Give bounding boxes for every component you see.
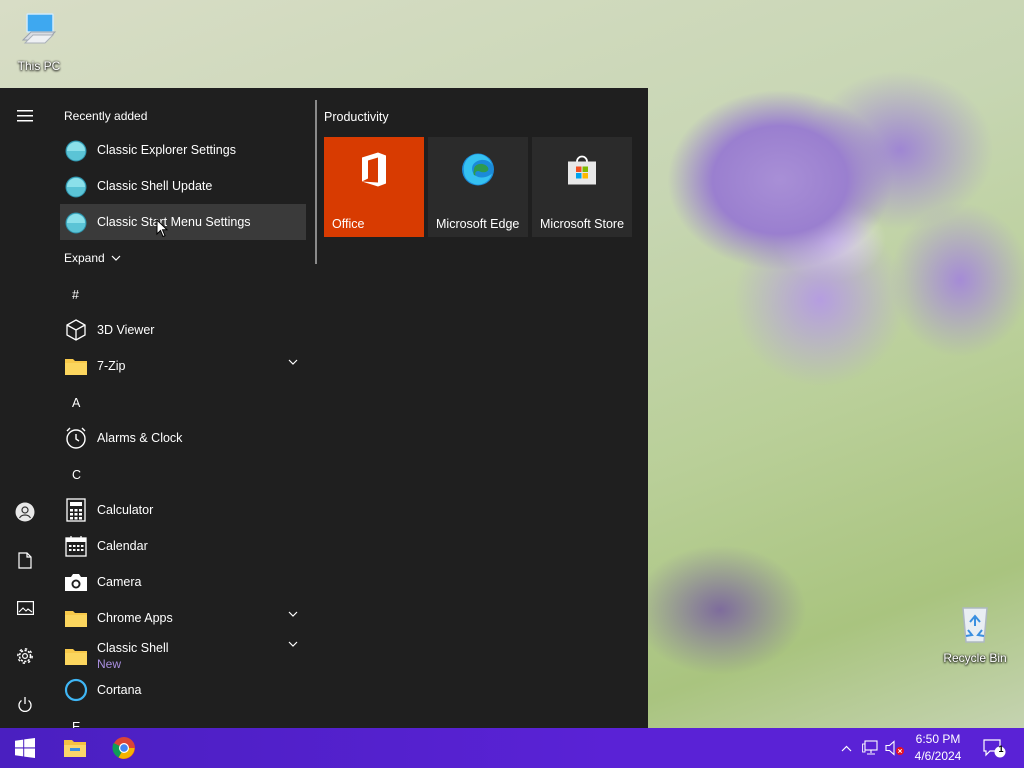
expand-label: Expand bbox=[64, 251, 105, 265]
calendar-icon bbox=[63, 533, 89, 559]
desktop-icon-this-pc[interactable]: This PC bbox=[0, 10, 78, 73]
power-button[interactable] bbox=[0, 684, 50, 724]
new-badge: New bbox=[97, 657, 122, 671]
alarm-clock-icon bbox=[63, 425, 89, 451]
folder-icon bbox=[63, 605, 89, 631]
app-label: Calendar bbox=[97, 539, 148, 553]
gear-icon bbox=[17, 648, 33, 664]
taskbar: 6:50 PM 4/6/2024 1 bbox=[0, 728, 1024, 768]
app-label: Camera bbox=[97, 575, 142, 589]
tile-microsoft-store[interactable]: Microsoft Store bbox=[532, 137, 632, 237]
app-name: Classic Shell bbox=[97, 641, 169, 655]
tile-label: Microsoft Edge bbox=[436, 217, 520, 231]
calculator-icon bbox=[63, 497, 89, 523]
app-list[interactable]: Recently added Classic Explorer Settings… bbox=[50, 88, 312, 728]
clock-time: 6:50 PM bbox=[915, 732, 961, 746]
edge-logo-icon bbox=[460, 152, 496, 191]
document-icon bbox=[18, 551, 32, 569]
app-item-alarms-clock[interactable]: Alarms & Clock bbox=[60, 420, 306, 456]
picture-icon bbox=[16, 601, 34, 615]
camera-icon bbox=[63, 569, 89, 595]
recently-added-heading: Recently added bbox=[64, 109, 148, 123]
chevron-down-icon[interactable] bbox=[288, 359, 298, 365]
app-label: Chrome Apps bbox=[97, 611, 173, 625]
tile-label: Microsoft Store bbox=[540, 217, 625, 231]
file-explorer-folder-icon bbox=[64, 740, 86, 757]
letter-header-e[interactable]: E bbox=[72, 720, 80, 728]
cortana-ring-icon bbox=[63, 677, 89, 703]
app-label: Classic Start Menu Settings bbox=[97, 215, 251, 229]
desktop-icon-label: Recycle Bin bbox=[943, 651, 1007, 665]
settings-button[interactable] bbox=[0, 636, 50, 676]
letter-header-a[interactable]: A bbox=[72, 396, 80, 410]
app-label: Classic Shell New bbox=[97, 641, 169, 671]
app-item-chrome-apps[interactable]: Chrome Apps bbox=[60, 600, 306, 636]
clock-button[interactable]: 6:50 PM 4/6/2024 bbox=[900, 731, 976, 765]
app-item-classic-shell[interactable]: Classic Shell New bbox=[60, 636, 306, 676]
network-status-button[interactable] bbox=[860, 728, 882, 768]
chevron-up-icon bbox=[841, 745, 851, 751]
recycle-bin-icon bbox=[936, 602, 1014, 649]
app-item-calendar[interactable]: Calendar bbox=[60, 528, 306, 564]
app-label: Alarms & Clock bbox=[97, 431, 183, 445]
tile-label: Office bbox=[332, 217, 365, 231]
store-bag-icon bbox=[565, 153, 599, 190]
file-explorer-button[interactable] bbox=[52, 728, 98, 768]
tile-microsoft-edge[interactable]: Microsoft Edge bbox=[428, 137, 528, 237]
pictures-button[interactable] bbox=[0, 588, 50, 628]
app-item-classic-start-menu-settings[interactable]: Classic Start Menu Settings bbox=[60, 204, 306, 240]
app-item-7-zip[interactable]: 7-Zip bbox=[60, 348, 306, 384]
notification-count-badge: 1 bbox=[998, 744, 1004, 754]
account-button[interactable] bbox=[0, 492, 50, 532]
user-avatar-icon bbox=[15, 502, 35, 522]
start-menu: Recently added Classic Explorer Settings… bbox=[0, 88, 648, 728]
hamburger-icon bbox=[17, 110, 33, 122]
desktop-icon-label: This PC bbox=[17, 59, 61, 73]
chrome-logo-icon bbox=[112, 737, 135, 759]
desktop-icon-recycle-bin[interactable]: Recycle Bin bbox=[936, 602, 1014, 665]
app-item-3d-viewer[interactable]: 3D Viewer bbox=[60, 312, 306, 348]
app-item-camera[interactable]: Camera bbox=[60, 564, 306, 600]
hamburger-menu-button[interactable] bbox=[0, 96, 50, 136]
this-pc-icon bbox=[0, 10, 78, 57]
clock-date: 4/6/2024 bbox=[914, 749, 962, 763]
letter-header-hash[interactable]: # bbox=[72, 288, 79, 302]
classic-shell-shell-icon bbox=[63, 137, 89, 163]
tile-group-title[interactable]: Productivity bbox=[324, 110, 389, 124]
chevron-down-icon[interactable] bbox=[288, 611, 298, 617]
mouse-cursor-icon bbox=[156, 219, 168, 238]
app-label: 3D Viewer bbox=[97, 323, 155, 337]
app-label: Cortana bbox=[97, 683, 142, 697]
network-icon bbox=[862, 740, 878, 755]
classic-shell-shell-icon bbox=[63, 209, 89, 235]
app-item-calculator[interactable]: Calculator bbox=[60, 492, 306, 528]
start-rail bbox=[0, 88, 50, 728]
app-label: Classic Explorer Settings bbox=[97, 143, 236, 157]
chrome-button[interactable] bbox=[101, 728, 147, 768]
show-hidden-icons-button[interactable] bbox=[836, 728, 856, 768]
3d-cube-icon bbox=[63, 317, 89, 343]
letter-header-c[interactable]: C bbox=[72, 468, 81, 482]
office-logo-icon bbox=[358, 152, 390, 191]
app-label: Classic Shell Update bbox=[97, 179, 213, 193]
windows-logo-icon bbox=[15, 738, 35, 758]
action-center-button[interactable]: 1 bbox=[978, 728, 1010, 768]
start-button[interactable] bbox=[2, 728, 48, 768]
power-icon bbox=[18, 696, 32, 712]
app-item-classic-shell-update[interactable]: Classic Shell Update bbox=[60, 168, 306, 204]
pane-divider bbox=[315, 100, 317, 264]
tile-office[interactable]: Office bbox=[324, 137, 424, 237]
app-label: Calculator bbox=[97, 503, 154, 517]
app-item-classic-explorer-settings[interactable]: Classic Explorer Settings bbox=[60, 132, 306, 168]
app-label: 7-Zip bbox=[97, 359, 126, 373]
folder-icon bbox=[63, 643, 89, 669]
expand-button[interactable]: Expand bbox=[64, 251, 121, 265]
folder-icon bbox=[63, 353, 89, 379]
chevron-down-icon bbox=[111, 255, 121, 261]
classic-shell-shell-icon bbox=[63, 173, 89, 199]
chevron-down-icon[interactable] bbox=[288, 641, 298, 647]
app-item-cortana[interactable]: Cortana bbox=[60, 672, 306, 708]
documents-button[interactable] bbox=[0, 540, 50, 580]
